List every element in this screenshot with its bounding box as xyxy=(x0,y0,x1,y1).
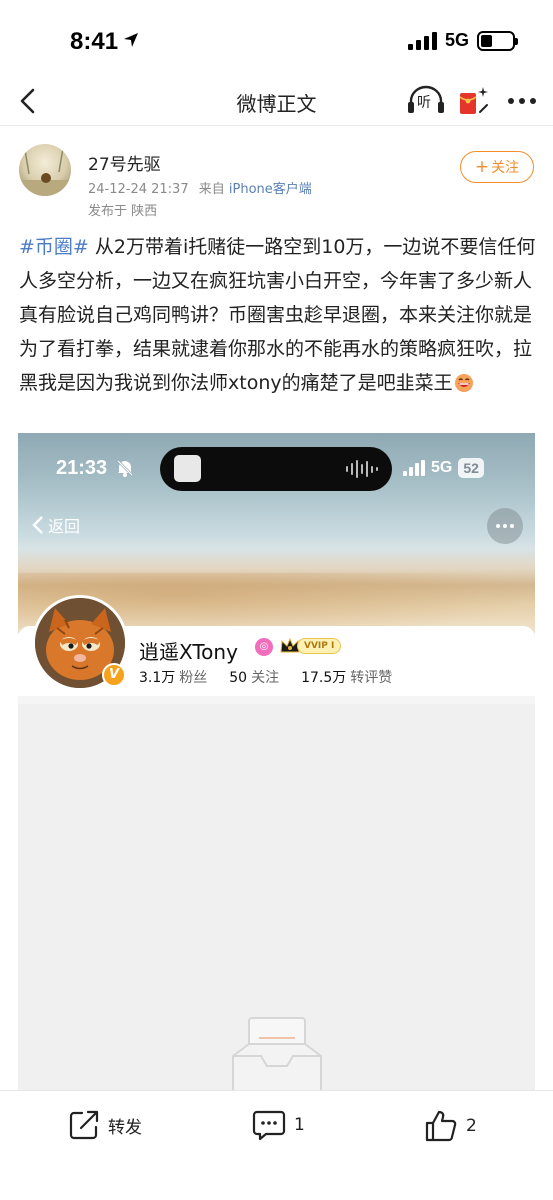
pink-badge-icon: ◎ xyxy=(255,638,273,656)
network-type: 5G xyxy=(444,30,469,50)
more-dots-icon[interactable] xyxy=(505,88,539,114)
post-location: 发布于 陕西 xyxy=(88,204,158,219)
post-body: #币圈# 从2万带着i托赌徒一路空到10万，一边说不要信任何人多空分析，一边又在… xyxy=(19,230,539,400)
red-packet-icon[interactable] xyxy=(456,84,490,118)
plus-icon: + xyxy=(474,157,490,177)
profile-name: 逍遥XTony xyxy=(139,640,238,664)
comment-count: 1 xyxy=(294,1115,305,1135)
post-meta: 24-12-24 21:37 来自 iPhone客户端 xyxy=(88,178,312,197)
source-prefix: 来自 xyxy=(198,182,225,197)
signal-icon xyxy=(407,31,437,50)
status-indicators: 5G xyxy=(407,30,518,51)
hashtag-link[interactable]: #币圈# xyxy=(19,236,89,258)
laughing-emoji-icon xyxy=(454,374,473,392)
like-button[interactable]: 2 xyxy=(424,1109,477,1143)
stat-reposts-likes: 17.5万 转评赞 xyxy=(301,670,393,686)
repost-label: 转发 xyxy=(108,1117,142,1138)
repost-icon xyxy=(69,1110,99,1140)
app-icon xyxy=(174,455,201,482)
empty-inbox-icon xyxy=(232,1017,322,1090)
embedded-back-button: 返回 xyxy=(32,513,80,537)
comment-icon xyxy=(252,1110,286,1141)
embedded-status: 5G 52 xyxy=(403,458,484,478)
stat-following: 50 关注 xyxy=(229,670,280,686)
post-date: 24-12-24 21:37 xyxy=(88,182,189,197)
repost-button[interactable]: 转发 xyxy=(68,1109,142,1141)
status-time: 8:41 xyxy=(70,28,119,55)
author-avatar[interactable] xyxy=(19,144,71,196)
embedded-back-label: 返回 xyxy=(48,517,81,536)
stat-fans: 3.1万 粉丝 xyxy=(139,670,208,686)
profile-stats: 3.1万 粉丝 50 关注 17.5万 转评赞 xyxy=(139,667,392,687)
vvip-tag: VVIP I xyxy=(297,638,342,654)
like-count: 2 xyxy=(466,1116,477,1136)
dynamic-island xyxy=(160,447,392,491)
embedded-network: 5G xyxy=(431,459,453,476)
chevron-left-icon xyxy=(32,516,43,534)
follow-label: 关注 xyxy=(491,160,520,176)
verified-badge: V xyxy=(102,663,126,687)
location-arrow-icon xyxy=(124,33,138,47)
embedded-battery: 52 xyxy=(458,458,484,478)
bottom-toolbar: 转发 1 2 xyxy=(0,1090,553,1200)
comment-button[interactable]: 1 xyxy=(252,1109,305,1141)
embedded-time: 21:33 xyxy=(56,457,108,479)
embedded-more-icon xyxy=(487,508,523,544)
listen-label[interactable]: 听 xyxy=(417,92,431,112)
status-bar: 8:41 5G xyxy=(0,0,553,80)
embedded-screenshot[interactable]: 21:33 5G 52 返回 V 逍遥XTony ◎ VVIP I 3.1万 粉… xyxy=(18,433,535,1090)
bell-muted-icon xyxy=(117,460,133,477)
audio-wave-icon xyxy=(346,459,378,479)
embedded-signal-icon xyxy=(403,460,425,476)
vvip-badge: VVIP I xyxy=(279,636,342,656)
post-source[interactable]: iPhone客户端 xyxy=(229,182,312,197)
nav-bar: 微博正文 听 xyxy=(0,80,553,126)
author-name[interactable]: 27号先驱 xyxy=(88,150,161,175)
follow-button[interactable]: + 关注 xyxy=(460,151,534,183)
thumbs-up-icon xyxy=(425,1110,457,1142)
battery-icon xyxy=(477,30,518,51)
